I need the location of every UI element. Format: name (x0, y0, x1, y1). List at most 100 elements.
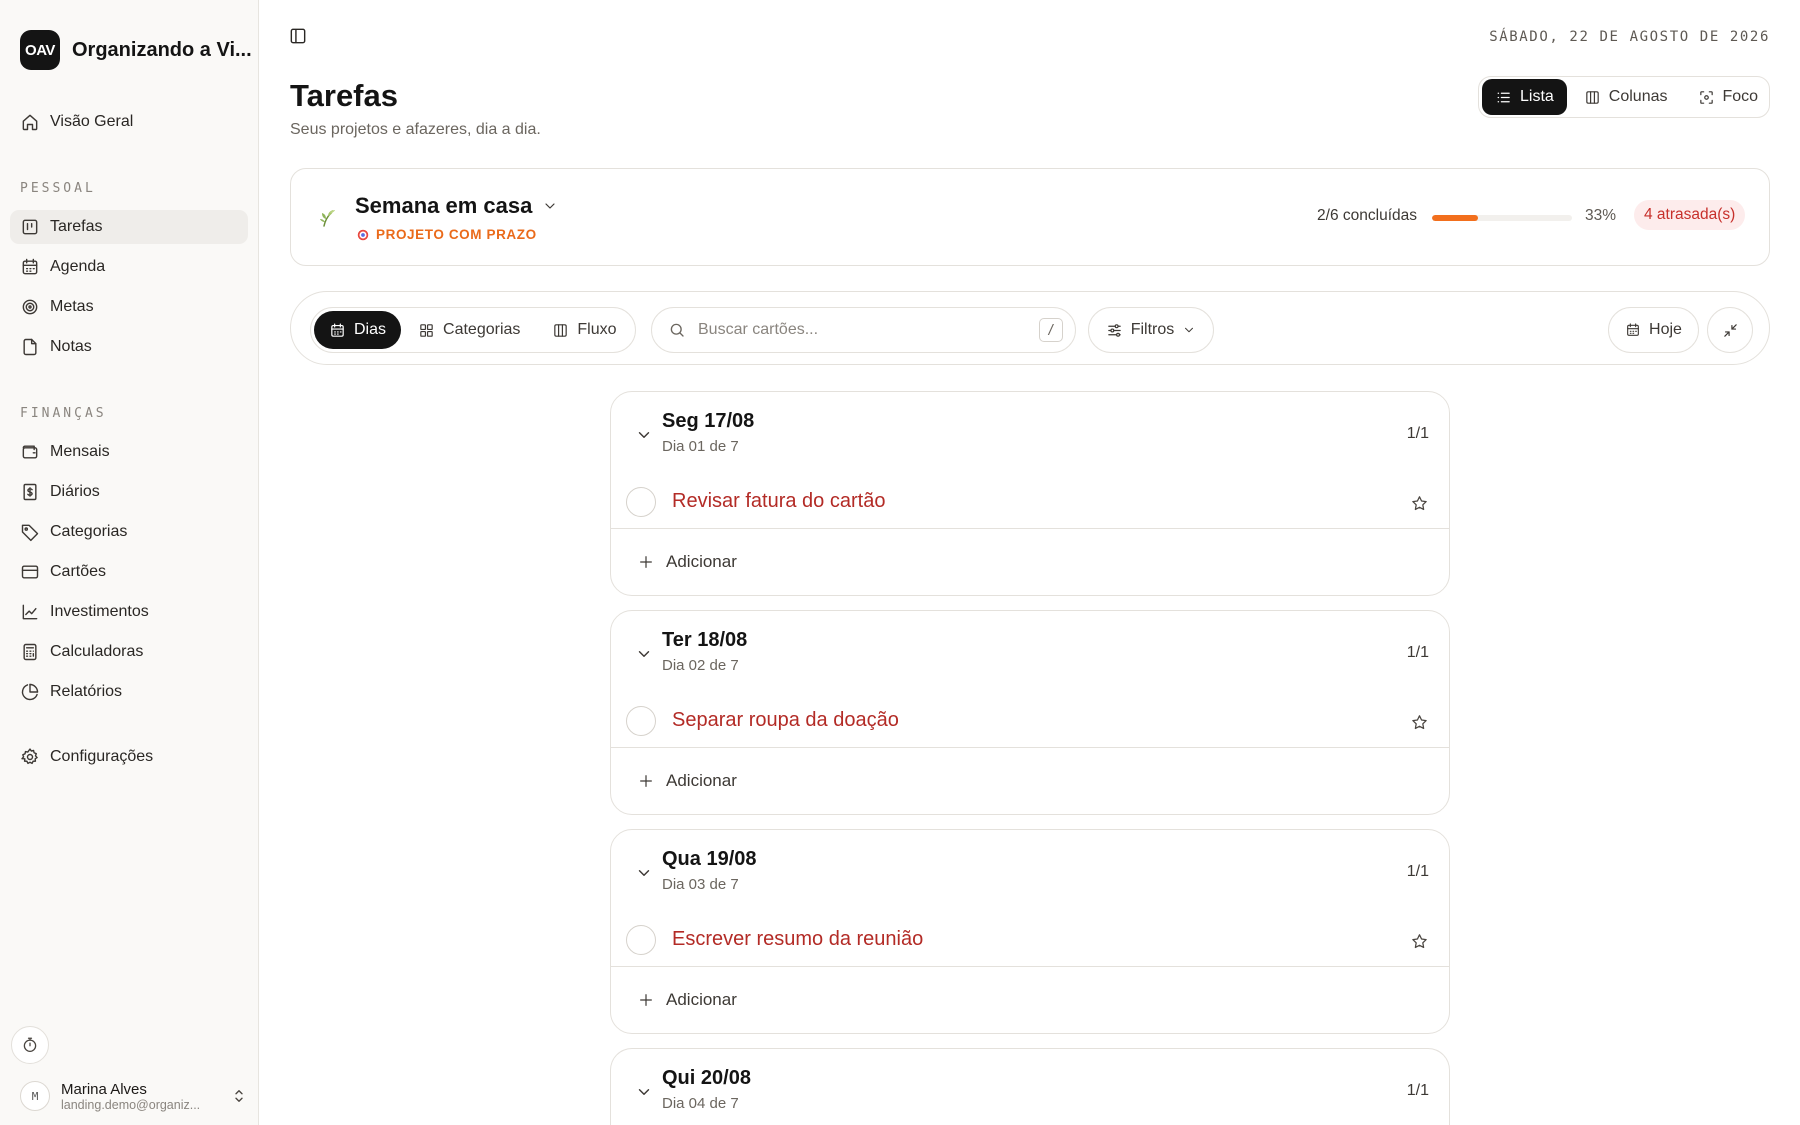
day-count: 1/1 (1406, 1082, 1429, 1099)
task-row[interactable]: Escrever resumo da reunião (611, 910, 1449, 967)
mode-label: Categorias (443, 321, 521, 338)
sidebar-item-metas[interactable]: Metas (10, 290, 248, 324)
star-icon[interactable] (1410, 494, 1429, 513)
task-row[interactable]: Separar roupa da doação (611, 691, 1449, 748)
section-title-pessoal: PESSOAL (20, 181, 96, 196)
user-menu[interactable]: M Marina Alves landing.demo@organiz... (20, 1076, 248, 1116)
sidebar-item-calculadoras[interactable]: Calculadoras (10, 635, 248, 669)
project-name: Semana em casa (355, 193, 533, 218)
timer-icon (23, 1037, 37, 1053)
sidebar-item-categorias[interactable]: Categorias (10, 515, 248, 549)
sidebar-item-tarefas[interactable]: Tarefas (10, 210, 248, 244)
task-row[interactable]: Revisar fatura do cartão (611, 472, 1449, 529)
sliders-icon (1107, 323, 1121, 337)
sidebar-item-mensais[interactable]: Mensais (10, 435, 248, 469)
columns-icon (554, 323, 568, 337)
late-badge[interactable]: 4 atrasada(s) (1634, 200, 1746, 230)
mode-label: Fluxo (577, 321, 617, 338)
add-task-button[interactable]: Adicionar (611, 748, 1449, 814)
group-mode-switcher: Dias Categorias Fluxo (310, 307, 636, 353)
sidebar-item-notas[interactable]: Notas (10, 330, 248, 364)
sidebar-item-visao-geral[interactable]: Visão Geral (10, 105, 248, 139)
target-icon (357, 229, 369, 240)
sidebar-item-label: Investimentos (50, 603, 149, 620)
view-label: Lista (1520, 88, 1554, 105)
plus-icon (640, 994, 652, 1006)
columns-icon (1586, 90, 1599, 104)
home-icon (22, 114, 38, 131)
mode-dias-button[interactable]: Dias (314, 311, 402, 349)
day-header[interactable]: Qua 19/08 Dia 03 de 7 1/1 (611, 830, 1449, 910)
day-subtitle: Dia 03 de 7 (662, 876, 739, 893)
add-task-button[interactable]: Adicionar (611, 967, 1449, 1033)
day-header[interactable]: Seg 17/08 Dia 01 de 7 1/1 (611, 392, 1449, 472)
view-switcher: Lista Colunas Foco (1478, 76, 1770, 118)
line-chart-icon (22, 604, 38, 620)
view-colunas-button[interactable]: Colunas (1571, 79, 1681, 115)
day-title: Qui 20/08 (662, 1067, 751, 1089)
day-count: 1/1 (1406, 425, 1429, 442)
sidebar-item-diarios[interactable]: Diários (10, 475, 248, 509)
today-button[interactable]: Hoje (1608, 307, 1699, 353)
project-progress-text: 2/6 concluídas (1317, 207, 1417, 224)
view-foco-button[interactable]: Foco (1685, 79, 1772, 115)
mode-categorias-button[interactable]: Categorias (403, 311, 535, 349)
star-icon[interactable] (1410, 932, 1429, 951)
page-title: Tarefas (290, 78, 398, 113)
sidebar-item-label: Mensais (50, 443, 110, 460)
focus-icon (1699, 90, 1713, 104)
filters-button[interactable]: Filtros (1088, 307, 1214, 353)
sidebar-item-label: Configurações (50, 748, 154, 765)
sidebar-item-configuracoes[interactable]: Configurações (10, 740, 248, 774)
brand[interactable]: OAV Organizando a Vi... (20, 30, 252, 70)
chevron-down-icon (1185, 327, 1194, 333)
filters-label: Filtros (1130, 321, 1175, 338)
task-title[interactable]: Separar roupa da doação (672, 709, 899, 732)
timer-button[interactable] (11, 1026, 49, 1064)
sidebar-item-cartoes[interactable]: Cartões (10, 555, 248, 589)
sidebar-panel-icon (290, 28, 306, 44)
brand-name: Organizando a Vi... (72, 38, 252, 61)
project-selector[interactable]: Semana em casa (355, 193, 558, 219)
task-checkbox[interactable] (626, 706, 656, 736)
search-input[interactable] (698, 321, 1027, 339)
plus-icon (640, 775, 652, 787)
day-header[interactable]: Qui 20/08 Dia 04 de 7 1/1 (611, 1049, 1449, 1125)
task-checkbox[interactable] (626, 925, 656, 955)
section-title-financas: FINANÇAS (20, 406, 107, 421)
wallet-icon (22, 445, 38, 459)
day-subtitle: Dia 04 de 7 (662, 1095, 739, 1112)
sidebar-item-label: Notas (50, 338, 92, 355)
task-title[interactable]: Escrever resumo da reunião (672, 928, 923, 951)
file-icon (23, 338, 37, 356)
chevron-down-icon (635, 1083, 653, 1101)
day-card: Ter 18/08 Dia 02 de 7 1/1 Separar roupa … (610, 610, 1450, 815)
sidebar-item-label: Agenda (50, 258, 106, 275)
list-icon (1497, 92, 1510, 102)
grid-icon (420, 323, 433, 337)
add-task-button[interactable]: Adicionar (611, 529, 1449, 595)
star-icon[interactable] (1410, 713, 1429, 732)
task-title[interactable]: Revisar fatura do cartão (672, 490, 885, 513)
day-subtitle: Dia 02 de 7 (662, 657, 739, 674)
collapse-all-button[interactable] (1707, 307, 1753, 353)
calendar-icon (1627, 323, 1639, 336)
view-lista-button[interactable]: Lista (1482, 79, 1567, 115)
add-task-label: Adicionar (666, 771, 737, 790)
day-header[interactable]: Ter 18/08 Dia 02 de 7 1/1 (611, 611, 1449, 691)
mode-fluxo-button[interactable]: Fluxo (537, 311, 631, 349)
sidebar-item-label: Diários (50, 483, 100, 500)
sidebar-item-agenda[interactable]: Agenda (10, 250, 248, 284)
sidebar-item-relatorios[interactable]: Relatórios (10, 675, 248, 709)
toggle-sidebar-button[interactable] (288, 26, 312, 50)
task-checkbox[interactable] (626, 487, 656, 517)
receipt-icon (23, 483, 37, 501)
search-icon (670, 323, 684, 337)
view-label: Foco (1722, 88, 1759, 105)
day-title: Seg 17/08 (662, 410, 755, 432)
sidebar-item-investimentos[interactable]: Investimentos (10, 595, 248, 629)
calculator-icon (23, 643, 37, 661)
kanban-icon (22, 219, 38, 235)
chevron-down-icon (635, 645, 653, 663)
user-info: Marina Alves landing.demo@organiz... (61, 1081, 219, 1112)
